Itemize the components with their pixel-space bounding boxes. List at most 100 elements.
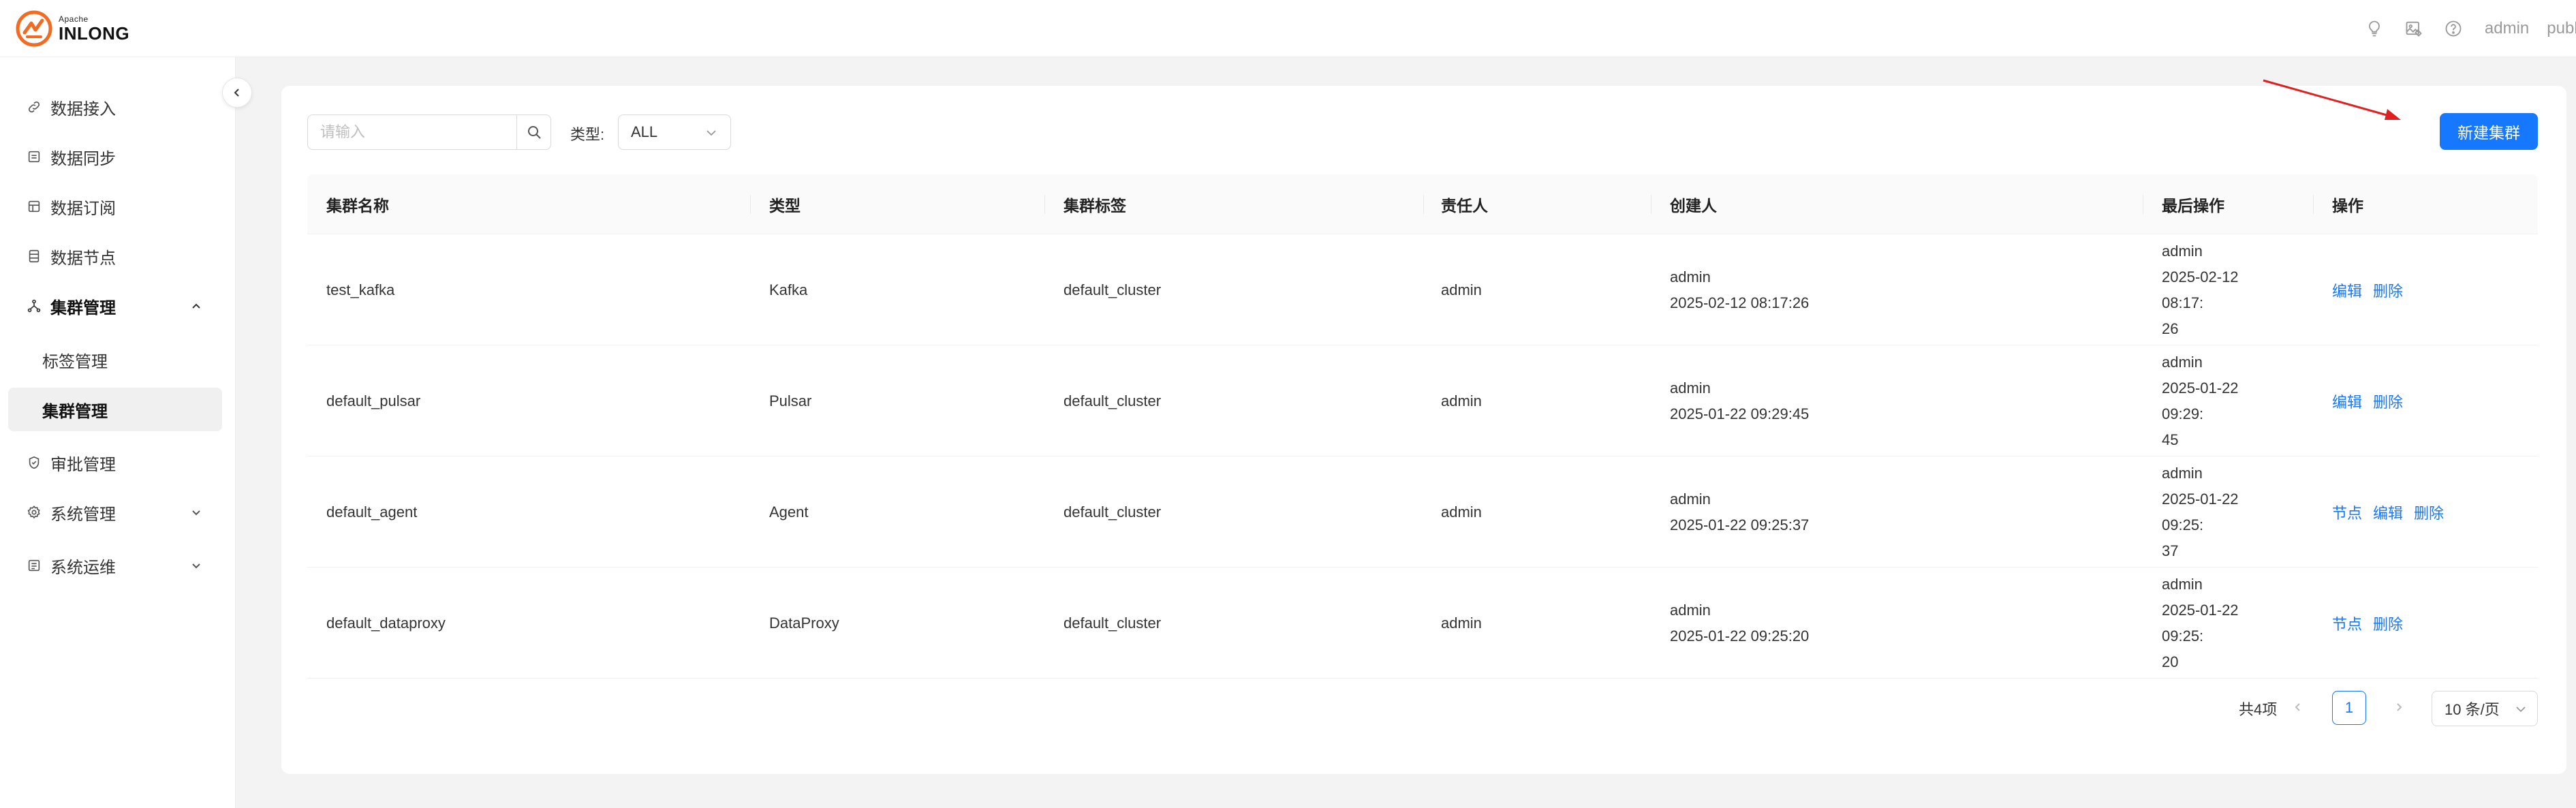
creator-name: admin (1670, 601, 1711, 619)
chevron-down-icon (2516, 706, 2526, 713)
type-filter-label: 类型: (570, 126, 605, 143)
user-menu[interactable]: admin (2485, 19, 2529, 38)
cell-actions: 编辑 删除 (2332, 234, 2403, 345)
sidebar-item-label: 集群管理 (50, 298, 116, 317)
sidebar-collapse-button[interactable] (222, 78, 252, 108)
column-header-actions: 操作 (2332, 197, 2363, 215)
logo-inlong-text: INLONG (59, 23, 130, 44)
ops-icon (26, 557, 42, 574)
sidebar-item-label: 审批管理 (50, 455, 116, 474)
column-header-owner: 责任人 (1441, 197, 1488, 215)
cell-last-modified: admin 2025-02-12 08:17: 26 (2162, 234, 2264, 345)
sidebar-item-label: 数据接入 (50, 99, 116, 119)
cell-name: test_kafka (326, 281, 395, 298)
node-icon (26, 248, 42, 264)
logo-apache-text: Apache (59, 14, 89, 24)
cell-owner: admin (1441, 614, 1482, 632)
cell-tag: default_cluster (1064, 281, 1162, 298)
delete-link[interactable]: 删除 (2373, 612, 2403, 634)
subscribe-icon (26, 198, 42, 215)
created-time: 2025-01-22 09:29:45 (1670, 405, 1810, 422)
settings-icon (26, 504, 42, 520)
created-time: 2025-01-22 09:25:37 (1670, 516, 1810, 533)
annotation-arrow (2263, 79, 2401, 120)
modifier-name: admin (2162, 575, 2203, 593)
cell-creator: admin 2025-02-12 08:17:26 (1670, 234, 1809, 345)
edit-link[interactable]: 编辑 (2332, 279, 2362, 301)
sidebar-item-data-subscribe[interactable]: 数据订阅 (8, 185, 222, 228)
cell-type: DataProxy (769, 614, 839, 632)
cell-owner: admin (1441, 392, 1482, 409)
chevron-up-icon (192, 303, 200, 309)
sidebar-item-approval[interactable]: 审批管理 (8, 441, 222, 484)
inlong-logo[interactable]: Apache INLONG (15, 8, 129, 49)
delete-link[interactable]: 删除 (2414, 501, 2444, 523)
prev-page-button[interactable] (2284, 694, 2312, 721)
search-input[interactable] (308, 115, 516, 149)
tenant-menu[interactable]: publi (2547, 19, 2576, 38)
page-size-select[interactable]: 10 条/页 (2432, 691, 2538, 726)
modified-time-wrap: 45 (2162, 431, 2179, 448)
table-header: 集群名称 类型 集群标签 责任人 创建人 最后操作 操作 (307, 174, 2538, 234)
pagination-total: 共4项 (2239, 701, 2278, 718)
modified-time-wrap: 37 (2162, 542, 2179, 559)
chevron-down-icon (707, 130, 716, 136)
modified-time-wrap: 26 (2162, 320, 2179, 337)
delete-link[interactable]: 删除 (2373, 390, 2403, 412)
bulb-icon[interactable] (2359, 14, 2389, 44)
cell-tag: default_cluster (1064, 392, 1162, 409)
cell-owner: admin (1441, 281, 1482, 298)
modified-time: 2025-02-12 08:17: (2162, 268, 2239, 311)
search-box (307, 114, 551, 150)
cell-creator: admin 2025-01-22 09:25:20 (1670, 568, 1809, 679)
sidebar-item-tag-management[interactable]: 标签管理 (8, 338, 222, 382)
new-cluster-button[interactable]: 新建集群 (2440, 113, 2538, 150)
cell-actions: 节点 编辑 删除 (2332, 456, 2444, 568)
modified-time: 2025-01-22 09:25: (2162, 601, 2239, 644)
type-filter-select[interactable]: ALL (618, 114, 731, 150)
cell-actions: 节点 删除 (2332, 568, 2403, 679)
pagination: 共4项 1 10 条/页 (281, 688, 2566, 726)
image-edit-icon[interactable] (2399, 14, 2429, 44)
help-icon[interactable] (2438, 14, 2468, 44)
shield-icon (26, 454, 42, 471)
column-divider (1044, 195, 1045, 214)
link-icon (26, 99, 42, 115)
table-row: default_dataproxy DataProxy default_clus… (307, 568, 2538, 679)
cell-creator: admin 2025-01-22 09:25:37 (1670, 456, 1809, 568)
sidebar-item-label: 系统管理 (50, 505, 116, 524)
sidebar-item-data-access[interactable]: 数据接入 (8, 85, 222, 129)
column-header-type: 类型 (769, 197, 801, 215)
column-header-name: 集群名称 (326, 197, 389, 215)
creator-name: admin (1670, 379, 1711, 397)
cell-tag: default_cluster (1064, 503, 1162, 520)
modified-time: 2025-01-22 09:25: (2162, 490, 2239, 533)
sidebar-item-cluster-management[interactable]: 集群管理 (8, 388, 222, 431)
column-header-last-modified: 最后操作 (2162, 197, 2224, 215)
sidebar-item-cluster-group[interactable]: 集群管理 (8, 284, 222, 328)
table-row: default_agent Agent default_cluster admi… (307, 456, 2538, 568)
edit-link[interactable]: 编辑 (2332, 390, 2362, 412)
inlong-logo-icon (16, 10, 52, 47)
page-number-current[interactable]: 1 (2332, 691, 2366, 725)
sidebar-item-label: 数据订阅 (50, 199, 116, 218)
next-page-button[interactable] (2385, 694, 2412, 721)
delete-link[interactable]: 删除 (2373, 279, 2403, 301)
cell-name: default_dataproxy (326, 614, 446, 632)
search-icon (527, 126, 541, 139)
sidebar-item-data-node[interactable]: 数据节点 (8, 234, 222, 278)
search-button[interactable] (516, 115, 550, 149)
cell-tag: default_cluster (1064, 614, 1162, 632)
edit-link[interactable]: 编辑 (2373, 501, 2403, 523)
nodes-link[interactable]: 节点 (2332, 501, 2362, 523)
chevron-left-icon (2295, 703, 2300, 711)
cell-name: default_pulsar (326, 392, 421, 409)
sidebar-item-data-sync[interactable]: 数据同步 (8, 135, 222, 178)
sidebar-item-system-management[interactable]: 系统管理 (8, 491, 222, 534)
table-row: default_pulsar Pulsar default_cluster ad… (307, 345, 2538, 456)
sidebar: 数据接入 数据同步 数据订阅 数据节点 集群管理 标签管理 集群管理 审批管理 … (0, 57, 236, 808)
sidebar-item-label: 系统运维 (50, 558, 116, 577)
nodes-link[interactable]: 节点 (2332, 612, 2362, 634)
sidebar-item-system-ops[interactable]: 系统运维 (8, 544, 222, 587)
cell-last-modified: admin 2025-01-22 09:29: 45 (2162, 345, 2264, 456)
